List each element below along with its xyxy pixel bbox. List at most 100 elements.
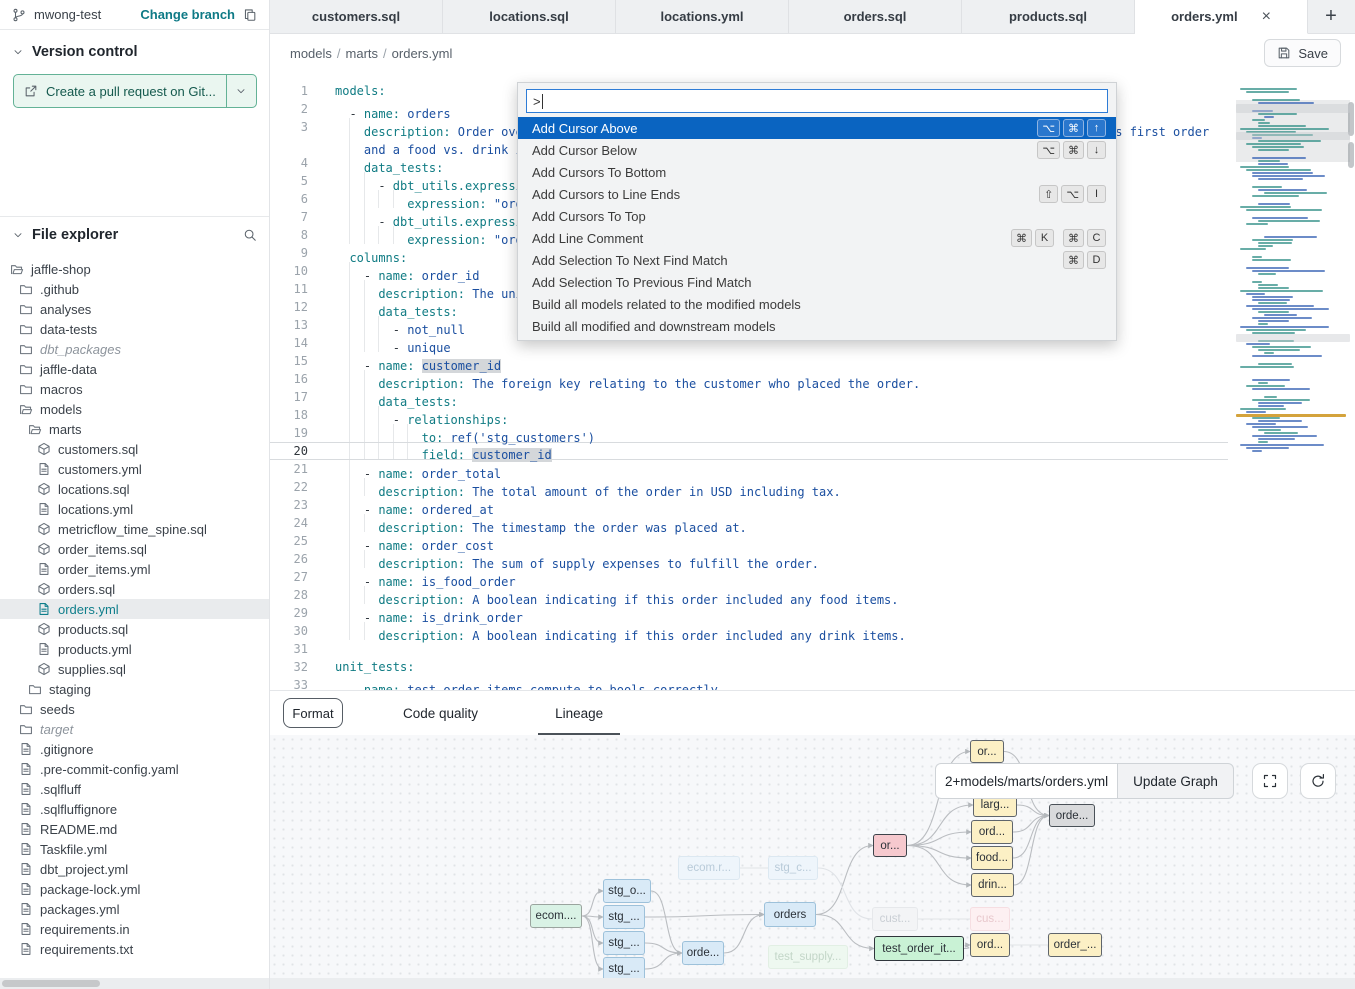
tree-item-analyses[interactable]: analyses xyxy=(0,299,269,319)
lineage-node-stg_c_ghost[interactable]: stg_c... xyxy=(768,856,818,880)
tree-item-jaffle-shop[interactable]: jaffle-shop xyxy=(0,259,269,279)
tree-item-seeds[interactable]: seeds xyxy=(0,699,269,719)
tree-item-models[interactable]: models xyxy=(0,399,269,419)
palette-item[interactable]: Add Cursor Above⌥⌘↑ xyxy=(518,117,1116,139)
tree-item-supplies.sql[interactable]: supplies.sql xyxy=(0,659,269,679)
tab-products.sql[interactable]: products.sql xyxy=(962,0,1135,33)
code-editor[interactable]: 1models:2- name: orders3description: Ord… xyxy=(270,72,1355,690)
palette-item[interactable]: Add Selection To Previous Find Match xyxy=(518,271,1116,293)
tab-locations.sql[interactable]: locations.sql xyxy=(443,0,616,33)
lineage-canvas[interactable]: Update Graph ecom....stg_o...stg_...stg_… xyxy=(270,735,1355,978)
tree-item-orders.sql[interactable]: orders.sql xyxy=(0,579,269,599)
copy-icon[interactable] xyxy=(243,8,257,22)
save-button[interactable]: Save xyxy=(1264,39,1341,67)
minimap-highlight-band xyxy=(1236,104,1350,113)
folder-icon xyxy=(28,682,42,696)
tree-item-requirements.txt[interactable]: requirements.txt xyxy=(0,939,269,959)
tree-item-orders.yml[interactable]: orders.yml xyxy=(0,599,269,619)
tree-item-package-lock.yml[interactable]: package-lock.yml xyxy=(0,879,269,899)
tree-item-products.sql[interactable]: products.sql xyxy=(0,619,269,639)
tree-item-.github[interactable]: .github xyxy=(0,279,269,299)
lineage-node-ecom[interactable]: ecom.... xyxy=(530,904,582,928)
tab-locations.yml[interactable]: locations.yml xyxy=(616,0,789,33)
tree-item-order_items.sql[interactable]: order_items.sql xyxy=(0,539,269,559)
format-button[interactable]: Format xyxy=(283,698,343,728)
lineage-node-order_y[interactable]: order_... xyxy=(1048,933,1102,957)
palette-item[interactable]: Add Cursor Below⌥⌘↓ xyxy=(518,139,1116,161)
update-graph-button[interactable]: Update Graph xyxy=(1117,763,1234,799)
new-tab-button[interactable]: + xyxy=(1308,0,1354,33)
lineage-filter-input[interactable] xyxy=(935,763,1117,799)
tree-item-customers.yml[interactable]: customers.yml xyxy=(0,459,269,479)
lineage-node-stg_2[interactable]: stg_... xyxy=(603,931,645,955)
palette-item[interactable]: Add Selection To Next Find Match⌘D xyxy=(518,249,1116,271)
palette-item[interactable]: Build all modified and downstream models xyxy=(518,315,1116,337)
editor-minimap[interactable] xyxy=(1236,84,1350,462)
create-pr-caret-button[interactable] xyxy=(226,75,256,107)
tree-item-requirements.in[interactable]: requirements.in xyxy=(0,919,269,939)
tree-item-.sqlfluffignore[interactable]: .sqlfluffignore xyxy=(0,799,269,819)
fullscreen-button[interactable] xyxy=(1252,763,1288,799)
horizontal-scrollbar-track[interactable] xyxy=(270,978,1355,989)
tree-item-customers.sql[interactable]: customers.sql xyxy=(0,439,269,459)
lineage-node-orders[interactable]: orders xyxy=(764,902,816,927)
lineage-node-drin[interactable]: drin... xyxy=(971,873,1014,897)
lineage-node-test_order[interactable]: test_order_it... xyxy=(874,936,964,961)
scrollbar-thumb[interactable] xyxy=(2,980,100,987)
tree-item-macros[interactable]: macros xyxy=(0,379,269,399)
tree-item-locations.sql[interactable]: locations.sql xyxy=(0,479,269,499)
refresh-button[interactable] xyxy=(1300,763,1336,799)
tree-item-staging[interactable]: staging xyxy=(0,679,269,699)
tab-orders.yml[interactable]: orders.yml× xyxy=(1135,0,1308,34)
tree-item-.sqlfluff[interactable]: .sqlfluff xyxy=(0,779,269,799)
lineage-node-test_supply[interactable]: test_supply... xyxy=(768,945,848,969)
tree-item-dbt_project.yml[interactable]: dbt_project.yml xyxy=(0,859,269,879)
palette-item[interactable]: Add Line Comment⌘K⌘C xyxy=(518,227,1116,249)
minimap-line xyxy=(1246,343,1270,345)
palette-item[interactable]: Build all models related to the modified… xyxy=(518,293,1116,315)
lineage-node-ord2[interactable]: ord... xyxy=(970,933,1010,957)
tab-customers.sql[interactable]: customers.sql xyxy=(270,0,443,33)
palette-item[interactable]: Add Cursors To Top xyxy=(518,205,1116,227)
tree-item-dbt_packages[interactable]: dbt_packages xyxy=(0,339,269,359)
lineage-node-cust_ghost[interactable]: cust... xyxy=(872,907,918,931)
tab-code-quality[interactable]: Code quality xyxy=(386,691,495,736)
lineage-node-stg_o[interactable]: stg_o... xyxy=(603,879,651,903)
change-branch-link[interactable]: Change branch xyxy=(140,7,235,22)
lineage-node-or_red[interactable]: or... xyxy=(873,834,907,857)
tree-item-.pre-commit-config.yaml[interactable]: .pre-commit-config.yaml xyxy=(0,759,269,779)
tree-item-README.md[interactable]: README.md xyxy=(0,819,269,839)
create-pr-button[interactable]: Create a pull request on Git... xyxy=(14,75,226,107)
lineage-node-ord1[interactable]: ord... xyxy=(971,820,1013,844)
lineage-node-or_top[interactable]: or... xyxy=(970,740,1004,763)
lineage-node-stg_1[interactable]: stg_... xyxy=(603,905,645,929)
tree-item-target[interactable]: target xyxy=(0,719,269,739)
close-tab-icon[interactable]: × xyxy=(1262,8,1271,26)
tree-item-data-tests[interactable]: data-tests xyxy=(0,319,269,339)
tree-item-.gitignore[interactable]: .gitignore xyxy=(0,739,269,759)
tab-lineage[interactable]: Lineage xyxy=(538,691,620,736)
tree-item-jaffle-data[interactable]: jaffle-data xyxy=(0,359,269,379)
tree-item-marts[interactable]: marts xyxy=(0,419,269,439)
sidebar-horizontal-scrollbar[interactable] xyxy=(0,978,269,989)
tree-item-Taskfile.yml[interactable]: Taskfile.yml xyxy=(0,839,269,859)
lineage-node-cus_ghost[interactable]: cus... xyxy=(970,907,1010,931)
file-explorer-header[interactable]: File explorer xyxy=(0,217,269,251)
lineage-node-food[interactable]: food... xyxy=(971,846,1013,870)
tree-item-locations.yml[interactable]: locations.yml xyxy=(0,499,269,519)
search-icon[interactable] xyxy=(243,228,257,242)
lineage-node-ecom_ghost[interactable]: ecom.r... xyxy=(678,856,740,880)
command-input[interactable]: > xyxy=(526,89,1108,113)
palette-item[interactable]: Add Cursors To Bottom xyxy=(518,161,1116,183)
tree-item-products.yml[interactable]: products.yml xyxy=(0,639,269,659)
lineage-node-stg_3[interactable]: stg_... xyxy=(603,957,645,978)
tree-item-packages.yml[interactable]: packages.yml xyxy=(0,899,269,919)
lineage-node-orde_mid[interactable]: orde... xyxy=(682,941,724,965)
palette-item[interactable]: Add Cursors to Line Ends⇧⌥I xyxy=(518,183,1116,205)
tree-item-metricflow_time_spine.sql[interactable]: metricflow_time_spine.sql xyxy=(0,519,269,539)
code-line: 33- name: test_order_items_compute_to_bo… xyxy=(270,676,1228,690)
tree-item-order_items.yml[interactable]: order_items.yml xyxy=(0,559,269,579)
version-control-header[interactable]: Version control xyxy=(0,30,269,70)
lineage-node-orde_gray[interactable]: orde... xyxy=(1049,804,1095,827)
tab-orders.sql[interactable]: orders.sql xyxy=(789,0,962,33)
